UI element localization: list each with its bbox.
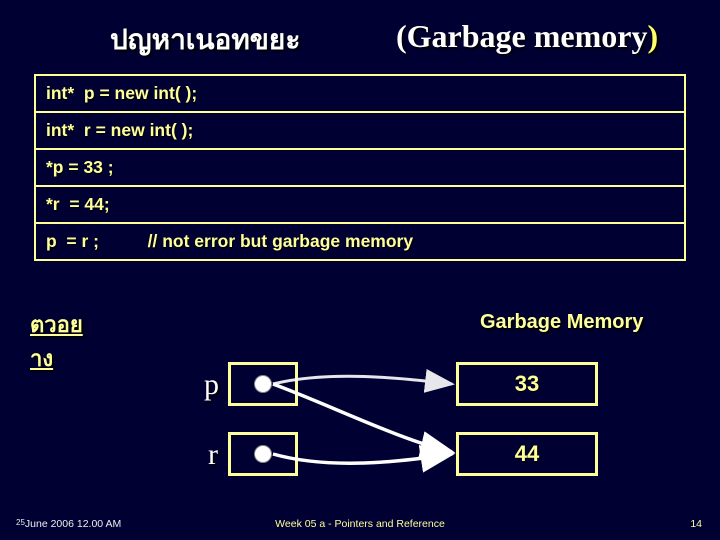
code-block: int* p = new int( ); int* r = new int( )… (34, 74, 686, 261)
code-line-4: *r = 44; (36, 187, 684, 224)
example-label-line2: าง (30, 346, 53, 371)
arrow-p-to-33 (273, 376, 452, 384)
arrow-r-to-44 (273, 454, 452, 463)
pointer-p-label: p (204, 368, 219, 402)
value-33-box: 33 (456, 362, 598, 406)
footer-title: Week 05 a - Pointers and Reference (0, 518, 720, 530)
pointer-r-box (228, 432, 298, 476)
arrow-p-to-44 (273, 384, 452, 452)
title-thai: ปญหาเนอทขยะ (110, 18, 300, 62)
code-l5-comment: // not error but garbage memory (148, 231, 413, 251)
code-line-3: *p = 33 ; (36, 150, 684, 187)
code-l5-stmt: p = r ; (46, 231, 99, 251)
code-line-5: p = r ; // not error but garbage memory (36, 224, 684, 259)
pointer-r-dot-icon (254, 445, 272, 463)
garbage-memory-label: Garbage Memory (480, 311, 643, 334)
code-line-2: int* r = new int( ); (36, 113, 684, 150)
title-en-close: ) (647, 18, 658, 54)
pointer-p-dot-icon (254, 375, 272, 393)
value-44-box: 44 (456, 432, 598, 476)
example-label-line1: ตวอย (30, 312, 83, 337)
code-line-1: int* p = new int( ); (36, 76, 684, 113)
title-english: (Garbage memory) (396, 18, 658, 55)
title-en-text: (Garbage memory (396, 18, 647, 54)
example-label: ตวอย าง (30, 308, 83, 376)
slide-number: 14 (690, 518, 702, 530)
pointer-r-label: r (208, 438, 218, 472)
pointer-p-box (228, 362, 298, 406)
